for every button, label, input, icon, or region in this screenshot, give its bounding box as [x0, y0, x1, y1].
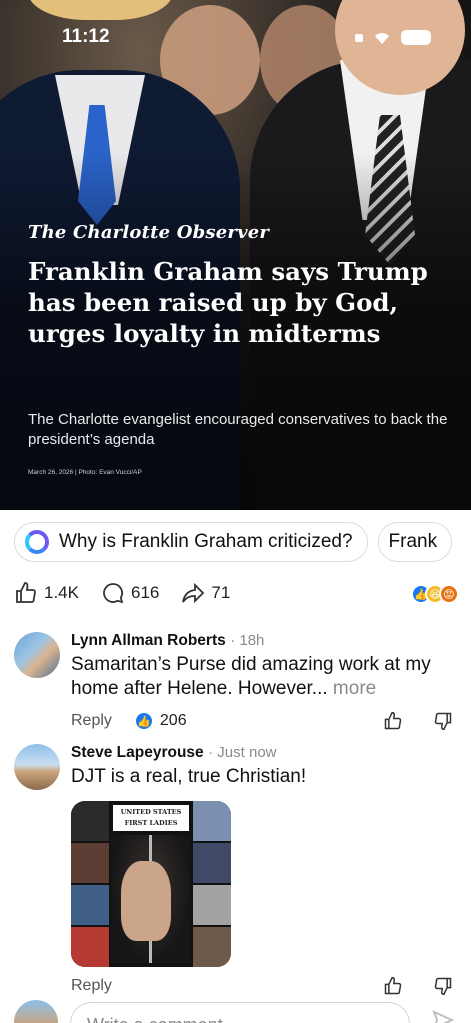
- article-dek: The Charlotte evangelist encouraged cons…: [28, 411, 448, 448]
- suggestion-chip[interactable]: Frank: [377, 522, 453, 562]
- suggestion-chips: Why is Franklin Graham criticized? Frank: [14, 522, 453, 562]
- post-actions: 1.4K 616 71 👍 😆 😡: [14, 578, 459, 608]
- avatar[interactable]: [14, 744, 60, 790]
- upvote-icon[interactable]: [383, 711, 403, 731]
- comment-image[interactable]: UNITED STATES FIRST LADIES: [71, 801, 231, 967]
- comment-item: Lynn Allman Roberts · 18h Samaritan’s Pu…: [14, 632, 459, 732]
- reaction-summary[interactable]: 👍 😆 😡: [411, 584, 459, 604]
- commenter-name[interactable]: Steve Lapeyrouse: [71, 744, 204, 761]
- comment-text: Samaritan’s Purse did amazing work at my…: [71, 654, 431, 699]
- comment-time: · Just now: [208, 744, 277, 761]
- article-hero[interactable]: 11:12 The Charlotte Observer Franklin Gr…: [0, 0, 471, 510]
- comment-button[interactable]: 616: [101, 581, 159, 605]
- angry-reaction-icon: 😡: [439, 584, 459, 604]
- downvote-icon[interactable]: [433, 711, 453, 731]
- like-reaction-icon: 👍: [133, 711, 154, 731]
- status-time: 11:12: [62, 26, 110, 47]
- status-bar: 11:12: [0, 0, 471, 76]
- comment-count: 616: [130, 583, 160, 602]
- share-arrow-icon: [182, 582, 205, 604]
- comment-composer: Write a comment...: [14, 1000, 459, 1023]
- thumbs-up-icon: [16, 582, 36, 603]
- suggestion-chip[interactable]: Why is Franklin Graham criticized?: [14, 522, 368, 562]
- publisher-logo: The Charlotte Observer: [28, 222, 270, 243]
- like-button[interactable]: 1.4K: [14, 581, 79, 605]
- share-button[interactable]: 71: [181, 581, 230, 605]
- comment-item: Steve Lapeyrouse · Just now DJT is a rea…: [14, 744, 459, 996]
- ai-ring-icon: [25, 530, 49, 554]
- chip-label: Why is Franklin Graham criticized?: [59, 531, 353, 552]
- like-count: 1.4K: [44, 583, 79, 602]
- comment-time: · 18h: [230, 632, 265, 649]
- see-more-link[interactable]: more: [333, 678, 376, 699]
- comment-like-count: 206: [159, 712, 187, 729]
- article-headline[interactable]: Franklin Graham says Trump has been rais…: [28, 256, 448, 349]
- wifi-icon: [375, 32, 389, 44]
- comment-text: DJT is a real, true Christian!: [71, 766, 307, 787]
- reply-button[interactable]: Reply: [71, 712, 112, 730]
- signal-icon: [355, 33, 363, 42]
- chip-label: Frank: [388, 531, 438, 552]
- comment-bubble-icon: [103, 583, 124, 604]
- send-icon[interactable]: [431, 1008, 455, 1023]
- downvote-icon[interactable]: [433, 976, 453, 996]
- avatar[interactable]: [14, 632, 60, 678]
- comment-reactions[interactable]: 👍 206: [133, 711, 187, 731]
- avatar: [14, 1000, 58, 1023]
- photo-credit: March 26, 2026 | Photo: Evan Vucci/AP: [28, 469, 142, 476]
- image-caption: UNITED STATES FIRST LADIES: [113, 805, 189, 831]
- commenter-name[interactable]: Lynn Allman Roberts: [71, 632, 226, 649]
- share-count: 71: [211, 583, 231, 602]
- reply-button[interactable]: Reply: [71, 977, 112, 995]
- battery-icon: [401, 30, 431, 45]
- comment-input[interactable]: Write a comment...: [70, 1002, 410, 1023]
- upvote-icon[interactable]: [383, 976, 403, 996]
